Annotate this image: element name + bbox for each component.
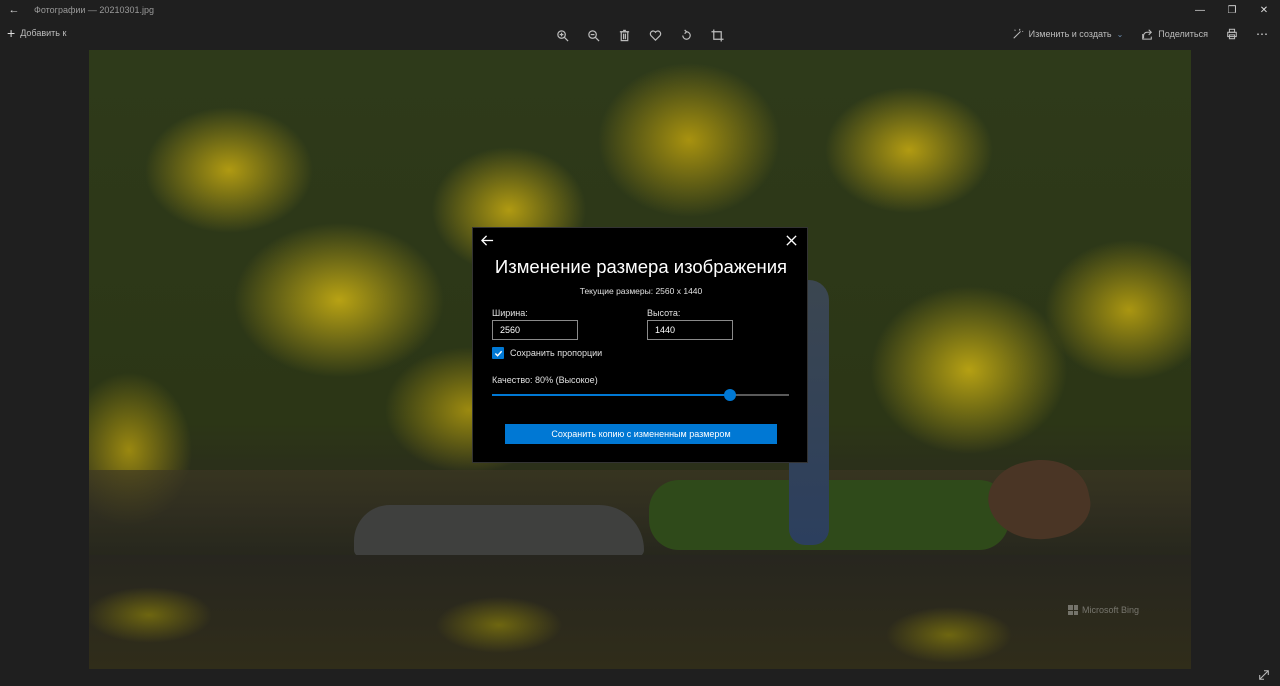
window-title: Фотографии — 20210301.jpg (34, 5, 154, 15)
resize-dialog: Изменение размера изображения Текущие ра… (472, 227, 808, 463)
add-to-label: Добавить к (20, 28, 67, 38)
checkmark-icon (494, 350, 502, 357)
print-button[interactable] (1226, 28, 1238, 40)
height-label: Высота: (647, 308, 681, 318)
printer-icon (1227, 28, 1237, 40)
dialog-close-icon[interactable] (785, 234, 799, 248)
watermark-text: Microsoft Bing (1082, 605, 1140, 615)
bing-watermark: Microsoft Bing (1068, 605, 1139, 615)
chevron-down-icon: ⌄ (1116, 29, 1124, 39)
minimize-button[interactable]: — (1184, 0, 1216, 20)
width-input[interactable] (492, 320, 578, 340)
height-input[interactable] (647, 320, 733, 340)
delete-icon[interactable] (616, 27, 632, 43)
dialog-title: Изменение размера изображения (494, 256, 788, 277)
crop-icon[interactable] (709, 27, 725, 43)
keep-ratio-checkbox[interactable] (492, 347, 504, 359)
photo-moss (649, 480, 1009, 550)
right-toolbar: Изменить и создать ⌄ Поделиться ⋯ (1012, 27, 1268, 41)
dialog-back-arrow-icon[interactable] (481, 234, 495, 248)
title-bar: ← Фотографии — 20210301.jpg — ❐ ✕ (0, 0, 1280, 20)
zoom-in-icon[interactable] (554, 27, 570, 43)
photo-water (89, 555, 1191, 669)
quality-slider[interactable] (492, 389, 789, 401)
back-arrow-icon[interactable]: ← (0, 0, 28, 20)
zoom-out-icon[interactable] (585, 27, 601, 43)
width-label: Ширина: (492, 308, 528, 318)
edit-create-label: Изменить и создать (1028, 29, 1112, 39)
plus-icon: + (7, 25, 16, 41)
add-to-button[interactable]: + Добавить к (7, 25, 67, 41)
keep-ratio-label: Сохранить пропорции (510, 348, 603, 358)
toolbar: + Добавить к Изменить и создать ⌄ Подели… (0, 22, 1280, 48)
more-button[interactable]: ⋯ (1256, 27, 1268, 41)
slider-fill (492, 394, 730, 396)
share-label: Поделиться (1158, 29, 1208, 39)
heart-icon[interactable] (647, 27, 663, 43)
quality-label: Качество: 80% (Высокое) (492, 375, 598, 385)
window-controls: — ❐ ✕ (1184, 0, 1280, 20)
windows-logo-icon (1068, 605, 1078, 615)
slider-thumb[interactable] (723, 389, 736, 401)
close-window-button[interactable]: ✕ (1248, 0, 1280, 20)
keep-ratio-row[interactable]: Сохранить пропорции (492, 347, 602, 359)
magic-wand-icon (1013, 28, 1023, 39)
fullscreen-icon[interactable] (1258, 668, 1270, 680)
share-icon (1142, 29, 1153, 40)
rotate-icon[interactable] (678, 27, 694, 43)
photo-rock (354, 505, 644, 557)
current-size-text: Текущие размеры: 2560 x 1440 (579, 286, 703, 296)
restore-button[interactable]: ❐ (1216, 0, 1248, 20)
share-button[interactable]: Поделиться (1141, 28, 1208, 40)
save-resized-copy-button[interactable]: Сохранить копию с измененным размером (505, 424, 777, 444)
more-icon: ⋯ (1256, 27, 1268, 41)
center-toolbar (554, 27, 725, 43)
edit-create-button[interactable]: Изменить и создать ⌄ (1012, 28, 1124, 40)
